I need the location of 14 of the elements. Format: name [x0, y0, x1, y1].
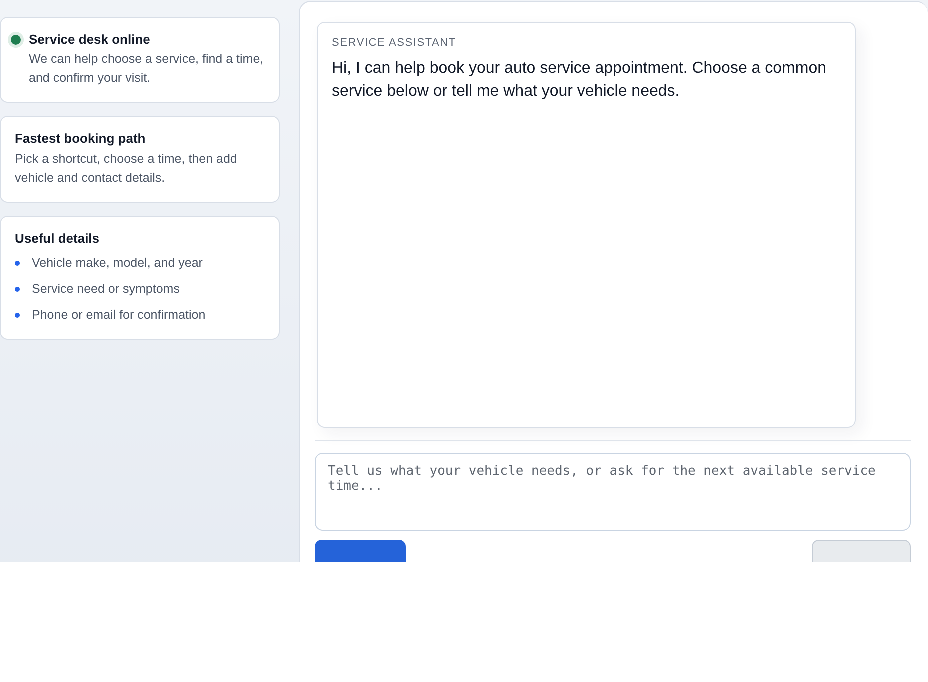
card-text: Pick a shortcut, choose a time, then add vehicle and contact details. — [15, 151, 238, 187]
bullet-icon — [15, 287, 20, 292]
message-input-field[interactable]: Tell us what your vehicle needs, or ask for the next available service time... — [315, 453, 911, 531]
status-text: We can help choose a service, find a time, and confirm your visit. — [29, 51, 265, 87]
list-item: Vehicle make, model, and year — [32, 255, 203, 272]
message-text: Hi, I can help book your auto service appointment. Choose a common service below or tell me what your vehicle needs. — [332, 59, 828, 102]
card-title: Useful details — [15, 231, 101, 246]
bullet-icon — [15, 261, 20, 266]
card-title: Fastest booking path — [15, 131, 147, 146]
message-sender: SERVICE ASSISTANT — [332, 37, 458, 49]
bullet-icon — [15, 313, 20, 318]
list-item: Phone or email for confirmation — [32, 307, 206, 324]
status-title: Service desk online — [29, 32, 152, 47]
list-item: Service need or symptoms — [32, 281, 180, 298]
